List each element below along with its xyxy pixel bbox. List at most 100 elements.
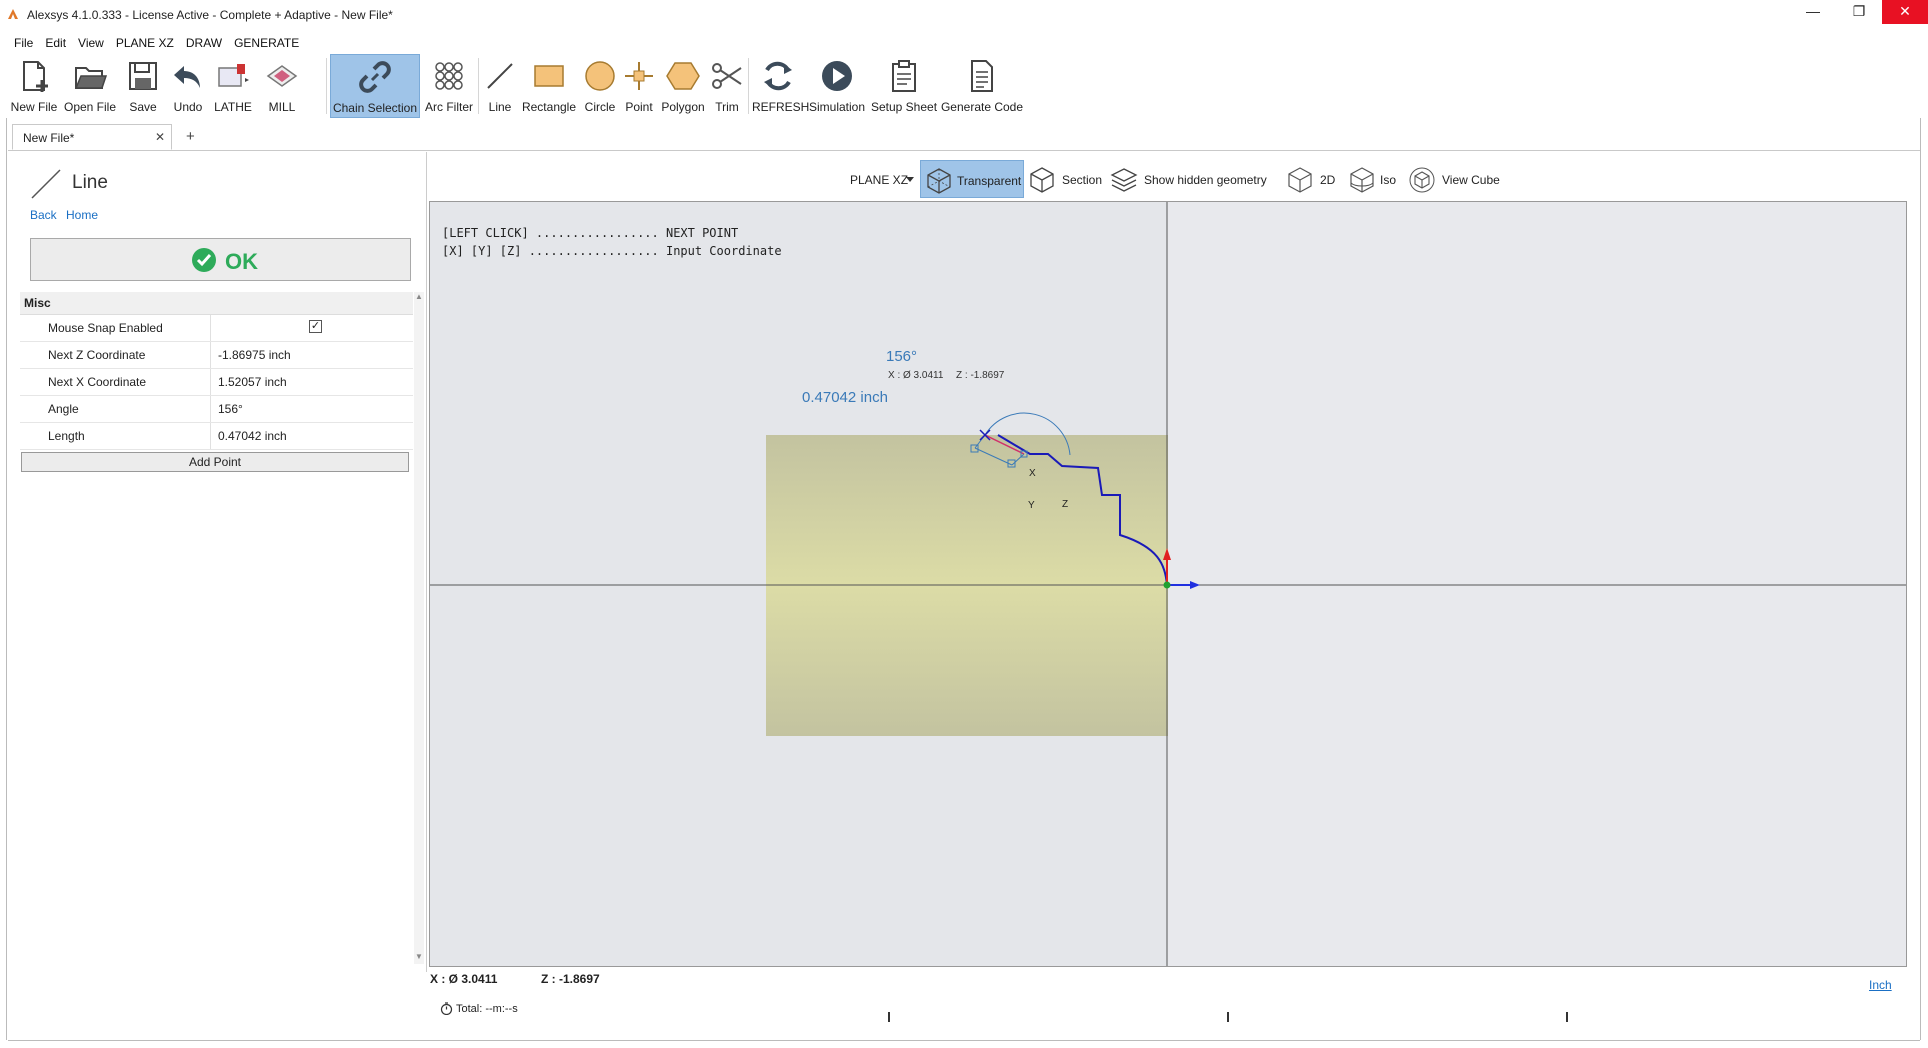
arc-filter-button[interactable]: Arc Filter — [422, 54, 476, 118]
line-icon — [31, 169, 61, 199]
window-title: Alexsys 4.1.0.333 - License Active - Com… — [27, 8, 393, 22]
tab-close-icon[interactable]: ✕ — [155, 130, 165, 144]
section-button[interactable]: Section — [1028, 160, 1108, 198]
line-tool-button[interactable]: Line — [482, 54, 518, 118]
minimize-button[interactable]: — — [1790, 0, 1836, 24]
polygon-tool-label: Polygon — [661, 100, 705, 114]
mouse-snap-checkbox[interactable]: ✓ — [309, 320, 322, 333]
open-file-button[interactable]: Open File — [62, 54, 118, 118]
arc-filter-label: Arc Filter — [425, 100, 473, 114]
chain-link-icon — [359, 61, 391, 93]
length-value[interactable]: 0.47042 inch — [218, 429, 287, 443]
lathe-label: LATHE — [214, 100, 252, 114]
restore-button[interactable]: ❐ — [1836, 0, 1882, 24]
new-file-button[interactable]: New File — [8, 54, 60, 118]
polygon-tool-button[interactable]: Polygon — [658, 54, 708, 118]
property-name: Length — [48, 429, 85, 443]
next-x-coordinate-value[interactable]: 1.52057 inch — [218, 375, 287, 389]
property-divider — [210, 396, 211, 422]
show-hidden-geometry-label: Show hidden geometry — [1144, 173, 1267, 187]
point-tool-button[interactable]: Point — [622, 54, 656, 118]
line-tool-icon — [487, 63, 513, 89]
scissors-icon — [712, 63, 742, 89]
axis-y-label: Y — [1028, 500, 1035, 511]
menu-edit[interactable]: Edit — [39, 34, 72, 52]
rectangle-icon — [534, 65, 564, 87]
iso-view-button[interactable]: Iso — [1348, 160, 1404, 198]
point-crosshair-icon — [625, 62, 653, 90]
menu-bar: File Edit View PLANE XZ DRAW GENERATE — [8, 34, 305, 52]
trim-tool-button[interactable]: Trim — [710, 54, 744, 118]
origin-point — [1163, 581, 1171, 589]
angle-dimension-label: 156° — [886, 348, 918, 365]
simulation-button[interactable]: Simulation — [806, 54, 868, 118]
open-file-label: Open File — [63, 100, 117, 114]
view-cube-button[interactable]: View Cube — [1408, 160, 1500, 198]
undo-button[interactable]: Undo — [168, 54, 208, 118]
scroll-up-icon[interactable]: ▲ — [414, 292, 424, 301]
panel-title: Line — [72, 172, 108, 193]
tab-new-file[interactable]: New File* ✕ — [12, 124, 172, 150]
property-row-length: Length 0.47042 inch — [20, 423, 413, 450]
mill-icon — [266, 65, 298, 87]
axis-x-label: X — [1029, 468, 1036, 479]
chain-selection-label: Chain Selection — [332, 101, 418, 115]
panel-scrollbar[interactable] — [414, 292, 424, 964]
point-tool-label: Point — [625, 100, 653, 114]
save-button[interactable]: Save — [122, 54, 164, 118]
graphics-viewport[interactable]: [LEFT CLICK] ................. NEXT POIN… — [429, 201, 1907, 967]
add-point-button[interactable]: Add Point — [21, 452, 409, 472]
ribbon-separator — [326, 58, 327, 114]
line-tool-label: Line — [488, 100, 512, 114]
iso-cube-icon — [1350, 167, 1374, 193]
view-2d-button[interactable]: 2D — [1286, 160, 1344, 198]
refresh-icon — [764, 61, 792, 91]
units-link[interactable]: Inch — [1869, 978, 1892, 992]
menu-plane-xz[interactable]: PLANE XZ — [110, 34, 180, 52]
scroll-down-icon[interactable]: ▼ — [414, 952, 424, 961]
circle-tool-button[interactable]: Circle — [580, 54, 620, 118]
menu-draw[interactable]: DRAW — [180, 34, 228, 52]
menu-file[interactable]: File — [8, 34, 39, 52]
refresh-label: REFRESH — [752, 100, 810, 114]
transparent-cube-icon — [927, 168, 951, 194]
length-dimension-label: 0.47042 inch — [802, 389, 888, 406]
refresh-button[interactable]: REFRESH — [752, 54, 810, 118]
ok-button[interactable]: OK — [30, 238, 411, 281]
transparent-toggle[interactable]: Transparent — [920, 160, 1024, 198]
menu-generate[interactable]: GENERATE — [228, 34, 305, 52]
open-folder-icon — [74, 67, 108, 89]
tab-label: New File* — [23, 131, 75, 145]
misc-category-header[interactable]: Misc — [20, 292, 413, 315]
ribbon-separator — [748, 58, 749, 114]
show-hidden-geometry-button[interactable]: Show hidden geometry — [1110, 160, 1276, 198]
property-divider — [210, 342, 211, 368]
timeline-tick — [1566, 1012, 1568, 1022]
menu-view[interactable]: View — [72, 34, 110, 52]
iso-label: Iso — [1380, 173, 1397, 187]
app-logo-icon — [8, 9, 18, 19]
close-window-button[interactable]: ✕ — [1882, 0, 1928, 24]
setup-sheet-button[interactable]: Setup Sheet — [870, 54, 938, 118]
chain-selection-button[interactable]: Chain Selection — [330, 54, 420, 118]
back-link[interactable]: Back — [30, 208, 57, 222]
mill-button[interactable]: MILL — [258, 54, 306, 118]
simulation-label: Simulation — [808, 100, 866, 114]
next-z-coordinate-value[interactable]: -1.86975 inch — [218, 348, 291, 362]
add-tab-button[interactable]: + — [186, 128, 195, 145]
generate-code-button[interactable]: Generate Code — [940, 54, 1024, 118]
timeline-tick — [888, 1012, 890, 1022]
transparent-label: Transparent — [957, 174, 1022, 188]
angle-value[interactable]: 156° — [218, 402, 243, 416]
plane-dropdown[interactable]: PLANE XZ — [840, 160, 918, 198]
home-link[interactable]: Home — [66, 208, 98, 222]
cursor-x-readout: X : Ø 3.0411 — [888, 370, 944, 381]
rectangle-tool-button[interactable]: Rectangle — [520, 54, 578, 118]
lathe-button[interactable]: LATHE — [212, 54, 254, 118]
setup-sheet-label: Setup Sheet — [870, 100, 938, 114]
property-divider — [210, 369, 211, 395]
new-file-icon — [23, 61, 48, 92]
lathe-icon — [218, 64, 249, 87]
arc-filter-icon — [435, 62, 463, 90]
property-row-next-z: Next Z Coordinate -1.86975 inch — [20, 342, 413, 369]
